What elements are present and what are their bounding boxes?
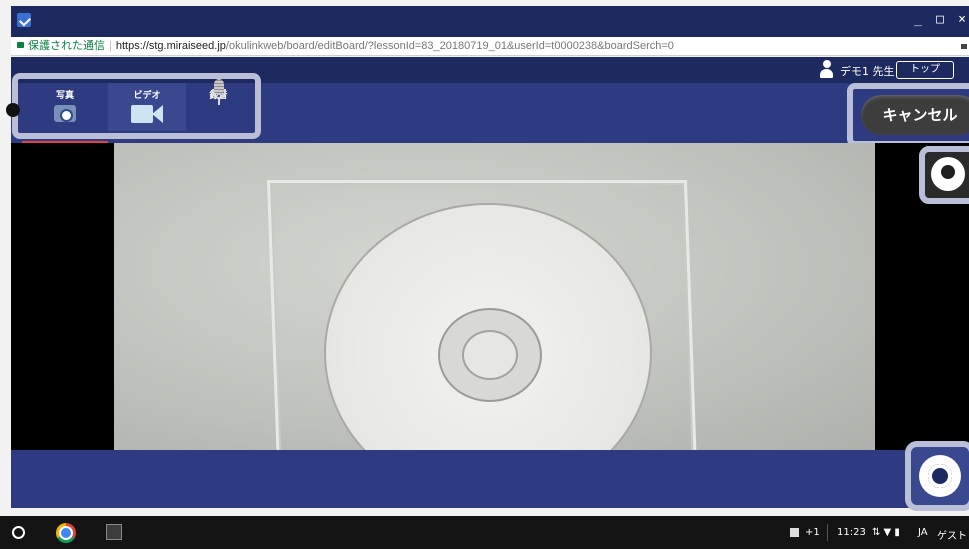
notification-icon[interactable] <box>790 528 799 537</box>
app-icon <box>17 13 31 27</box>
lock-icon <box>17 42 24 48</box>
user-name: デモ1 先生 <box>840 65 895 78</box>
tab-photo[interactable]: 写真 <box>22 83 108 144</box>
url-host: https://stg.miraiseed.jp <box>115 40 226 52</box>
close-button[interactable]: × <box>953 12 969 27</box>
launcher-icon[interactable] <box>12 526 25 539</box>
cancel-button-highlight: キャンセル <box>847 83 969 147</box>
network-status-icons[interactable]: ⇅ ▼ ▮ <box>872 527 900 538</box>
cancel-button[interactable]: キャンセル <box>861 95 969 135</box>
shutter-button[interactable] <box>905 441 969 511</box>
cursor-dot-icon <box>6 103 20 117</box>
minimize-button[interactable]: _ <box>909 12 927 27</box>
camera-switch-button[interactable] <box>919 146 969 204</box>
camera-switch-icon <box>931 157 965 191</box>
maximize-button[interactable]: □ <box>931 12 949 27</box>
ime-indicator[interactable]: JA <box>918 527 928 538</box>
tab-video-label: ビデオ <box>133 91 161 101</box>
camera-icon <box>54 105 76 122</box>
tab-video[interactable]: ビデオ <box>108 83 186 131</box>
camera-preview-area <box>11 143 969 450</box>
user-session-label[interactable]: ゲスト <box>937 527 967 542</box>
user-icon <box>820 60 833 79</box>
window-titlebar: _ □ × <box>11 6 969 37</box>
video-camera-icon <box>131 105 163 123</box>
shutter-icon <box>919 455 961 497</box>
os-taskbar: +1 11:23 ⇅ ▼ ▮ JA ゲスト <box>0 516 969 549</box>
address-bar[interactable]: 保護された通信 | https://stg.miraiseed.jp/okulink… <box>11 37 969 56</box>
microphone-icon <box>211 79 226 107</box>
clock[interactable]: 11:23 <box>837 527 866 538</box>
top-button[interactable]: トップ <box>896 61 954 79</box>
bottom-bar <box>11 450 969 508</box>
chrome-icon[interactable] <box>56 523 76 543</box>
address-separator: | <box>109 40 112 52</box>
notification-count: +1 <box>805 527 820 538</box>
app-window-icon[interactable] <box>106 524 122 540</box>
address-bar-menu-icon[interactable] <box>961 44 967 49</box>
tab-audio[interactable]: 録音 <box>186 79 251 131</box>
capture-mode-group: 写真 ビデオ 録音 <box>12 73 261 144</box>
secure-connection-label: 保護された通信 <box>28 40 105 52</box>
camera-feed <box>114 143 875 450</box>
capture-mode-tabs: 写真 ビデオ 録音 <box>22 79 251 144</box>
app-screen: _ □ × 保護された通信 | https://stg.miraiseed.jp/o… <box>0 0 969 549</box>
url-path: /okulinkweb/board/editBoard/?lessonId=83… <box>225 40 674 52</box>
capture-toolbar: 写真 ビデオ 録音 <box>11 73 969 144</box>
tray-divider <box>827 524 828 541</box>
tab-photo-label: 写真 <box>55 91 74 101</box>
